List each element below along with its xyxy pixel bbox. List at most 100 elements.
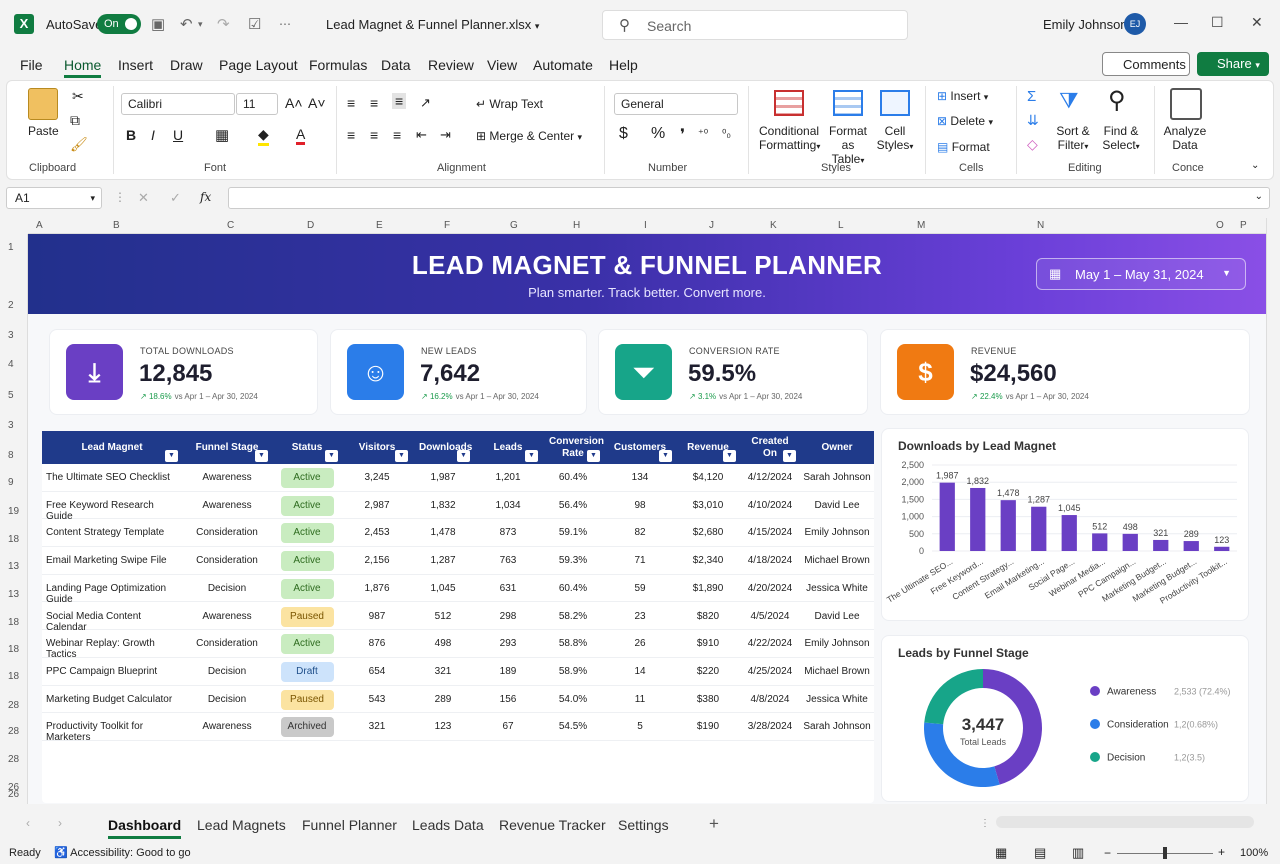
undo-icon[interactable]: ↶: [180, 15, 193, 33]
row-header[interactable]: 18: [8, 617, 19, 628]
column-header[interactable]: L: [838, 220, 844, 231]
row-header[interactable]: 28: [8, 700, 19, 711]
add-sheet-icon[interactable]: +: [709, 814, 719, 834]
row-header[interactable]: 8: [8, 450, 14, 461]
filter-dropdown-icon[interactable]: ▼: [165, 450, 178, 462]
paste-button[interactable]: Paste: [28, 124, 59, 138]
kpi-card[interactable]: ⏷ CONVERSION RATE 59.5% ↗ 3.1% vs Apr 1 – Ap…: [598, 329, 868, 415]
column-header[interactable]: G: [510, 220, 518, 231]
table-row[interactable]: Free Keyword Research Guide Awareness Acti…: [42, 492, 874, 522]
filter-dropdown-icon[interactable]: ▼: [255, 450, 268, 462]
menu-file[interactable]: File: [20, 57, 43, 73]
table-row[interactable]: Webinar Replay: Growth Tactics Considerat…: [42, 630, 874, 660]
collapse-ribbon-icon[interactable]: ⌄: [1251, 160, 1259, 171]
conditional-formatting-button[interactable]: Conditional Formatting▾: [759, 124, 820, 152]
bar[interactable]: [1000, 500, 1016, 551]
sort-filter-button[interactable]: Sort & Filter▾: [1052, 124, 1094, 152]
align-top-icon[interactable]: ≡: [347, 95, 355, 111]
align-middle-icon[interactable]: ≡: [370, 95, 378, 111]
save-icon[interactable]: ▣: [151, 15, 165, 33]
zoom-level[interactable]: 100%: [1240, 847, 1268, 859]
decrease-font-icon[interactable]: A˅: [308, 95, 326, 111]
accessibility-status[interactable]: ♿ Accessibility: Good to go: [54, 846, 191, 859]
font-color-icon[interactable]: A: [296, 126, 306, 145]
insert-function-icon[interactable]: fx: [200, 190, 211, 204]
orientation-icon[interactable]: ↗: [420, 95, 431, 111]
column-header-cell[interactable]: Conversion Rate ▼: [542, 431, 604, 464]
customize-toolbar-icon[interactable]: ⋯: [279, 17, 291, 31]
cut-icon[interactable]: ✂: [72, 88, 84, 105]
tab-dashboard[interactable]: Dashboard: [108, 817, 182, 839]
table-row[interactable]: Email Marketing Swipe File Consideration A…: [42, 547, 874, 575]
row-header[interactable]: 13: [8, 561, 19, 572]
format-as-table-icon[interactable]: [833, 90, 863, 116]
fill-color-icon[interactable]: ◆: [258, 126, 269, 146]
search-box[interactable]: ⚲ Search: [602, 10, 908, 40]
enter-icon[interactable]: ✓: [170, 190, 181, 206]
table-row[interactable]: Productivity Toolkit for Marketers Awaren…: [42, 713, 874, 743]
user-name[interactable]: Emily Johnson: [1043, 17, 1128, 32]
increase-font-icon[interactable]: A˄: [285, 95, 303, 111]
row-header[interactable]: 9: [8, 477, 14, 488]
name-box[interactable]: A1 ▾: [6, 187, 102, 209]
format-cells-button[interactable]: ▤ Format: [937, 140, 990, 154]
filter-dropdown-icon[interactable]: ▼: [587, 450, 600, 462]
column-header-cell[interactable]: Owner: [800, 431, 874, 464]
decrease-decimal-icon[interactable]: ⁰₀: [722, 127, 731, 140]
column-header-cell[interactable]: Visitors ▼: [342, 431, 412, 464]
row-header[interactable]: 13: [8, 589, 19, 600]
row-header[interactable]: 3: [8, 420, 14, 431]
share-button[interactable]: Share ▾: [1197, 52, 1269, 76]
bar[interactable]: [1153, 539, 1169, 551]
bar[interactable]: [970, 487, 986, 551]
autosave-toggle[interactable]: On: [97, 14, 141, 34]
bold-icon[interactable]: B: [126, 127, 136, 143]
maximize-icon[interactable]: ☐: [1211, 14, 1224, 31]
page-break-view-icon[interactable]: ▥: [1072, 845, 1084, 861]
clear-icon[interactable]: ◇: [1027, 136, 1038, 153]
bar[interactable]: [1122, 533, 1138, 551]
merge-center-button[interactable]: ⊞ Merge & Center ▾: [476, 129, 582, 143]
table-row[interactable]: Marketing Budget Calculator Decision Pause…: [42, 686, 874, 714]
find-select-button[interactable]: Find & Select▾: [1098, 124, 1144, 152]
column-header-cell[interactable]: Revenue ▼: [676, 431, 740, 464]
tab-settings[interactable]: Settings: [618, 817, 669, 833]
menu-insert[interactable]: Insert: [118, 57, 153, 73]
row-header[interactable]: 3: [8, 330, 14, 341]
row-header[interactable]: 18: [8, 644, 19, 655]
select-all-corner[interactable]: [0, 218, 28, 234]
menu-home[interactable]: Home: [64, 57, 102, 78]
delete-cells-button[interactable]: ⊠ Delete ▾: [937, 114, 993, 128]
fill-icon[interactable]: ⇊: [1027, 112, 1039, 129]
document-title[interactable]: Lead Magnet & Funnel Planner.xlsx ▾: [326, 17, 539, 32]
minimize-icon[interactable]: —: [1174, 14, 1188, 30]
kpi-card[interactable]: ⤓ TOTAL DOWNLOADS 12,845 ↗ 18.6% vs Apr 1 – …: [49, 329, 318, 415]
row-header[interactable]: 19: [8, 506, 19, 517]
column-header[interactable]: C: [227, 220, 234, 231]
underline-icon[interactable]: U: [173, 127, 183, 143]
zoom-out-icon[interactable]: −: [1104, 846, 1111, 860]
column-header[interactable]: E: [376, 220, 383, 231]
column-header[interactable]: P: [1240, 220, 1247, 231]
row-header[interactable]: 18: [8, 671, 19, 682]
row-header[interactable]: 26: [8, 789, 19, 800]
row-header[interactable]: 1: [8, 242, 14, 253]
tab-leads-data[interactable]: Leads Data: [412, 817, 484, 833]
undo-dropdown-icon[interactable]: ▾: [198, 19, 203, 30]
column-header-cell[interactable]: Lead Magnet ▼: [42, 431, 182, 464]
align-bottom-icon[interactable]: ≡: [392, 93, 407, 109]
column-header[interactable]: K: [770, 220, 777, 231]
column-header-cell[interactable]: Downloads ▼: [412, 431, 474, 464]
increase-indent-icon[interactable]: ⇥: [440, 127, 451, 143]
italic-icon[interactable]: I: [151, 127, 155, 143]
analyze-data-button[interactable]: Analyze Data: [1162, 124, 1208, 152]
column-header[interactable]: I: [644, 220, 647, 231]
formula-input[interactable]: ⌄: [228, 187, 1270, 209]
decrease-indent-icon[interactable]: ⇤: [416, 127, 427, 143]
column-header[interactable]: A: [36, 220, 43, 231]
menu-formulas[interactable]: Formulas: [309, 57, 367, 73]
table-row[interactable]: Content Strategy Template Consideration Ac…: [42, 519, 874, 548]
zoom-in-icon[interactable]: +: [1218, 845, 1225, 859]
vertical-scrollbar[interactable]: [1266, 218, 1280, 804]
redo-icon[interactable]: ↷: [217, 15, 230, 33]
